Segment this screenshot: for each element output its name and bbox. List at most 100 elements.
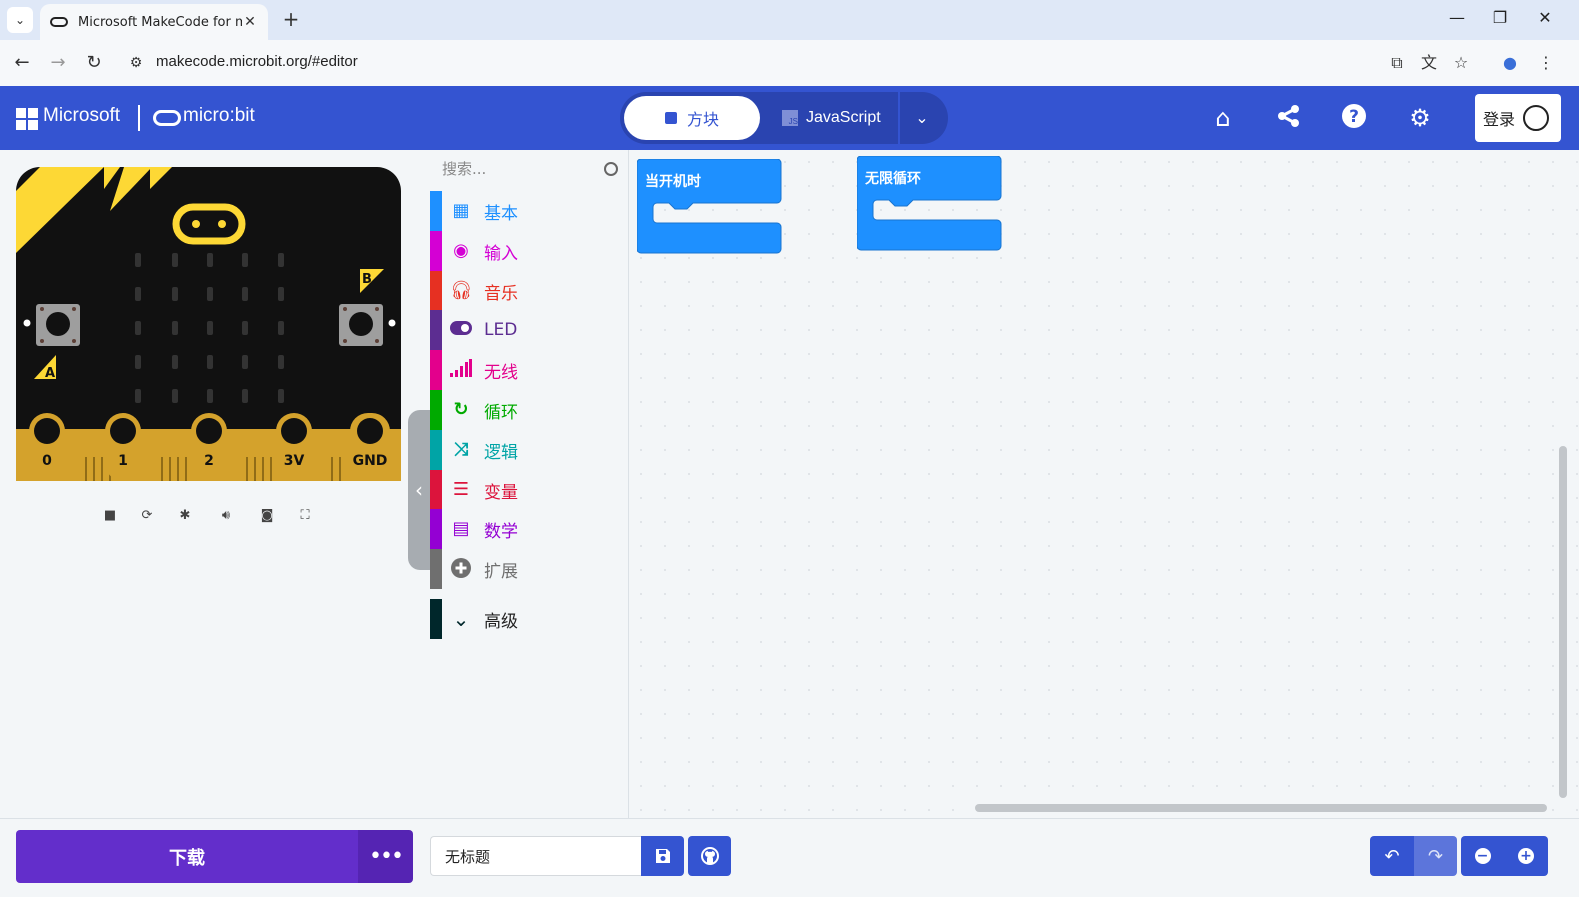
microbit-favicon-icon xyxy=(50,17,68,27)
category-color-bar xyxy=(430,430,442,470)
minimize-icon[interactable]: — xyxy=(1447,8,1467,28)
toolbox: ‹ 搜索... ▦ 基本 ◉ 输入 🎧︎ 音乐 LED 无线 ↻ 循环 ⤨ 逻辑… xyxy=(408,150,628,818)
refresh-icon: ↻ xyxy=(453,399,469,420)
zoom-in-icon: + xyxy=(1518,848,1534,864)
collapse-simulator-icon[interactable]: ‹ xyxy=(408,410,430,570)
toolbox-search[interactable]: 搜索... xyxy=(442,158,622,184)
debug-icon[interactable]: ✱ xyxy=(177,508,193,524)
category-label: LED xyxy=(484,320,518,340)
category-input[interactable]: ◉ 输入 xyxy=(430,231,628,271)
undo-icon[interactable]: ↶ xyxy=(1370,836,1414,876)
simulator-panel: A B 0 1 2 3V GND ■ ⟳ ✱ 🔊︎ ◙ ⛶ xyxy=(0,150,430,818)
pin-1-hole[interactable] xyxy=(110,418,136,444)
category-variables[interactable]: ☰ 变量 xyxy=(430,470,628,510)
help-glyph: ? xyxy=(1342,104,1366,128)
microsoft-brand: Microsoft xyxy=(43,105,121,126)
pin-gnd-hole[interactable] xyxy=(357,418,383,444)
share-icon[interactable] xyxy=(1274,103,1304,133)
microbit-brand[interactable]: micro:bit xyxy=(183,105,255,127)
install-app-icon[interactable]: ⧉ xyxy=(1386,52,1408,74)
blocks-workspace[interactable]: 当开机时 无限循环 xyxy=(628,150,1579,818)
category-color-bar xyxy=(430,231,442,271)
grid-icon: ▦ xyxy=(452,200,470,221)
download-button[interactable]: 下载 xyxy=(16,830,358,883)
chevron-down-icon[interactable]: ⌄ xyxy=(910,106,934,130)
new-tab-icon[interactable]: + xyxy=(280,8,302,30)
button-a[interactable] xyxy=(36,304,80,346)
category-basic[interactable]: ▦ 基本 xyxy=(430,191,628,231)
microbit-logo-icon[interactable] xyxy=(153,110,181,126)
restore-icon[interactable]: ❐ xyxy=(1490,8,1510,28)
forward-icon[interactable]: → xyxy=(47,52,69,74)
tab-search-icon[interactable]: ⌄ xyxy=(7,7,33,33)
site-info-icon[interactable]: ⚙ xyxy=(125,52,147,74)
category-logic[interactable]: ⤨ 逻辑 xyxy=(430,430,628,470)
profile-icon[interactable]: ● xyxy=(1499,52,1521,74)
zoom-in-button[interactable]: + xyxy=(1504,836,1548,876)
close-window-icon[interactable]: ✕ xyxy=(1535,8,1555,28)
signal-glyph xyxy=(450,359,472,377)
category-math[interactable]: ▤ 数学 xyxy=(430,509,628,549)
signal-icon xyxy=(450,359,472,381)
sound-icon[interactable]: 🔊︎ xyxy=(218,508,234,524)
category-color-bar xyxy=(430,390,442,430)
category-color-bar xyxy=(430,549,442,589)
category-led[interactable]: LED xyxy=(430,310,628,350)
restart-icon[interactable]: ⟳ xyxy=(139,508,155,524)
redo-icon[interactable]: ↷ xyxy=(1414,836,1457,876)
javascript-tab[interactable]: JS JavaScript xyxy=(782,106,881,130)
category-radio[interactable]: 无线 xyxy=(430,350,628,390)
category-loops[interactable]: ↻ 循环 xyxy=(430,390,628,430)
back-icon[interactable]: ← xyxy=(11,52,33,74)
category-label: 高级 xyxy=(484,611,518,632)
help-icon[interactable]: ? xyxy=(1339,103,1369,133)
pin-2-hole[interactable] xyxy=(196,418,222,444)
category-color-bar xyxy=(430,470,442,510)
stop-icon[interactable]: ■ xyxy=(102,508,118,524)
search-placeholder: 搜索... xyxy=(442,160,487,178)
home-icon[interactable]: ⌂ xyxy=(1208,103,1238,133)
microbit-board[interactable]: A B 0 1 2 3V GND xyxy=(16,167,401,481)
zoom-out-button[interactable]: − xyxy=(1461,836,1504,876)
category-color-bar xyxy=(430,191,442,231)
translate-icon[interactable]: 文 xyxy=(1418,52,1440,74)
pin-3v-hole[interactable] xyxy=(281,418,307,444)
category-label: 循环 xyxy=(484,402,518,423)
category-music[interactable]: 🎧︎ 音乐 xyxy=(430,271,628,311)
url-field[interactable]: makecode.microbit.org/#editor xyxy=(156,53,358,70)
category-advanced[interactable]: ⌄ 高级 xyxy=(430,599,628,639)
search-icon[interactable] xyxy=(604,162,618,176)
toggle-icon xyxy=(450,319,472,341)
save-button[interactable] xyxy=(641,836,684,876)
vertical-scrollbar[interactable] xyxy=(1559,446,1567,798)
horizontal-scrollbar[interactable] xyxy=(975,804,1547,812)
button-b-label: B xyxy=(362,272,372,287)
svg-text:?: ? xyxy=(1349,107,1359,127)
js-file-icon: JS xyxy=(782,110,798,126)
browser-menu-icon[interactable]: ⋮ xyxy=(1535,52,1557,74)
blocks-tab[interactable]: 方块 xyxy=(624,96,760,140)
github-icon xyxy=(700,847,719,865)
on-start-block[interactable]: 当开机时 xyxy=(637,159,783,255)
pin-label-3v: 3V xyxy=(284,453,305,469)
project-name-input[interactable] xyxy=(430,836,641,876)
toggle-glyph xyxy=(450,321,472,335)
reload-icon[interactable]: ↻ xyxy=(83,52,105,74)
login-button[interactable]: 登录 xyxy=(1475,94,1561,142)
tab-close-icon[interactable]: ✕ xyxy=(242,14,258,30)
button-b[interactable] xyxy=(339,304,383,346)
fullscreen-icon[interactable]: ⛶ xyxy=(297,508,313,524)
forever-block[interactable]: 无限循环 xyxy=(857,156,1003,252)
github-button[interactable] xyxy=(688,836,731,876)
list-icon: ☰ xyxy=(452,479,470,500)
bookmark-star-icon[interactable]: ☆ xyxy=(1450,52,1472,74)
save-icon xyxy=(655,849,670,863)
toggle-separator xyxy=(898,92,900,144)
tab-title: Microsoft MakeCode for mic xyxy=(78,14,242,30)
download-more-icon[interactable]: ••• xyxy=(358,830,413,883)
settings-gear-icon[interactable]: ⚙ xyxy=(1405,103,1435,133)
pin-0-hole[interactable] xyxy=(34,418,60,444)
browser-tab[interactable]: Microsoft MakeCode for mic ✕ xyxy=(40,4,268,40)
screenshot-icon[interactable]: ◙ xyxy=(259,508,275,524)
category-extensions[interactable]: 扩展 xyxy=(430,549,628,589)
